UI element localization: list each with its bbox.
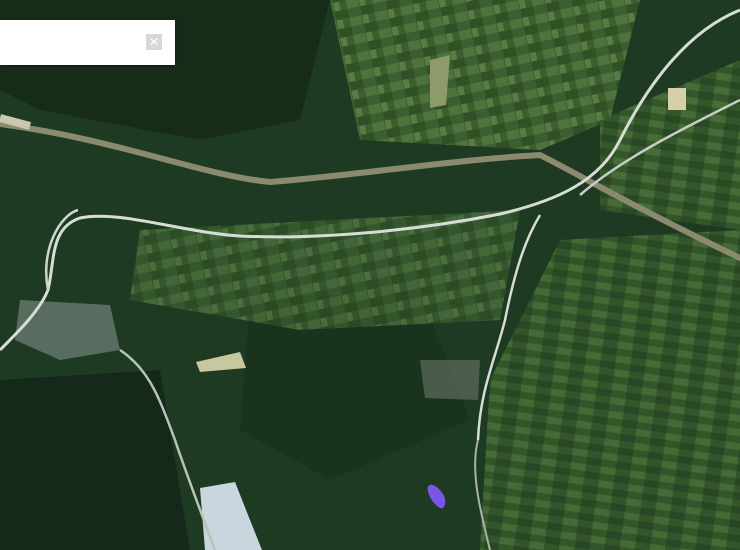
search-input[interactable] [0,20,135,65]
forest-patch-south [0,370,190,550]
close-icon[interactable]: ✕ [146,34,162,50]
village-center [420,360,480,400]
satellite-map[interactable] [0,0,740,550]
search-box: ✕ [0,20,175,65]
field-light-1 [668,88,686,110]
